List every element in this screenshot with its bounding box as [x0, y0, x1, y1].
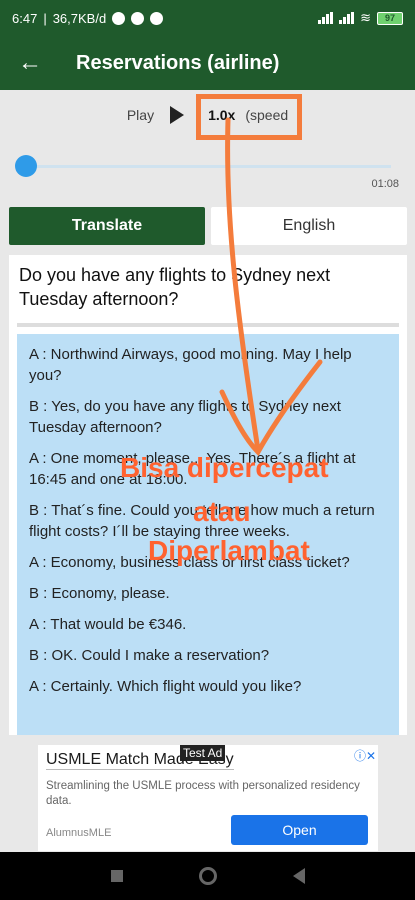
ad-brand: AlumnusMLE [46, 827, 112, 839]
ad-description: Streamlining the USMLE process with pers… [46, 780, 360, 807]
annotation-text-3: Diperlambat [148, 535, 310, 566]
dialog-line: B : Economy, please. [29, 585, 170, 602]
divider [17, 323, 399, 327]
back-icon[interactable] [292, 868, 305, 884]
play-icon[interactable] [170, 106, 185, 124]
annotation-text-2: atau [193, 496, 251, 527]
dialog-line: B : OK. Could I make a reservation? [29, 647, 270, 664]
progress-track[interactable] [26, 165, 391, 168]
ad-close-icon[interactable]: ⓘ✕ [354, 747, 376, 764]
signal-icon [318, 12, 334, 24]
signal-icon-2 [339, 12, 355, 24]
annotation-text-1: Bisa dipercepat [120, 452, 329, 483]
app-bar: ← Reservations (airline) [0, 36, 415, 90]
notification-icon [131, 11, 145, 25]
recents-icon[interactable] [110, 870, 123, 882]
status-net-speed: 36,7KB/d [52, 10, 107, 26]
audio-player: Play 1.0x (speed 01:08 [0, 90, 415, 200]
content-card: Do you have any flights to Sydney next T… [9, 255, 407, 735]
dialog-line: A : That would be €346. [29, 616, 187, 633]
translate-button[interactable]: Translate [9, 207, 205, 245]
dialog-line: B : Yes, do you have any flights to Sydn… [29, 398, 341, 436]
question-text: Do you have any flights to Sydney next T… [19, 265, 331, 309]
ad-open-button[interactable]: Open [231, 815, 368, 845]
wifi-icon: ≋ [360, 10, 371, 25]
status-time: 6:47 [12, 10, 38, 26]
english-button[interactable]: English [211, 207, 407, 245]
dialog-line: A : Certainly. Which flight would you li… [29, 678, 302, 695]
alarm-icon [112, 11, 126, 25]
test-ad-badge: Test Ad [180, 745, 226, 761]
progress-thumb[interactable] [15, 155, 37, 177]
page-title: Reservations (airline) [76, 51, 280, 74]
speed-highlight-box [196, 94, 302, 140]
system-nav-bar [0, 852, 415, 900]
notification-icon-2 [150, 11, 164, 25]
home-icon[interactable] [198, 867, 217, 885]
mode-buttons: Translate English [9, 207, 407, 245]
ad-banner[interactable]: USMLE Match Made Easy Test Ad ⓘ✕ Streaml… [38, 745, 378, 851]
status-bar: 6:47 | 36,7KB/d ≋ 97 [0, 0, 415, 36]
play-label: Play [126, 107, 155, 123]
back-arrow-icon[interactable]: ← [0, 36, 60, 90]
duration-label: 01:08 [371, 178, 399, 190]
dialog-line: A : Northwind Airways, good morning. May… [29, 346, 352, 384]
battery-icon: 97 [377, 11, 403, 25]
